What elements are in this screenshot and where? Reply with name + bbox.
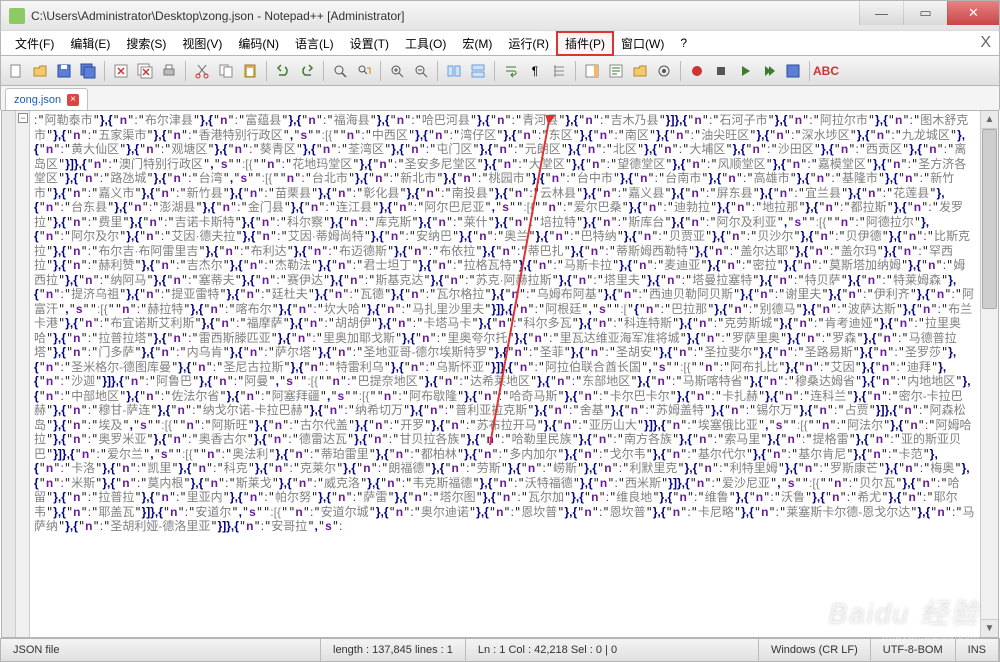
toolbar-separator: [680, 61, 681, 81]
toolbar-separator: [380, 61, 381, 81]
monitoring-button[interactable]: [653, 60, 675, 82]
status-length: length : 137,845 lines : 1: [321, 639, 466, 661]
editor-content[interactable]: :"阿勒泰市"},{"n":"布尔津县"},{"n":"富蕴县"},{"n":"…: [30, 111, 980, 637]
menu-文件[interactable]: 文件(F): [7, 32, 62, 55]
menu-语言[interactable]: 语言(L): [287, 32, 342, 55]
menu-设置[interactable]: 设置(T): [342, 32, 397, 55]
find-button[interactable]: [329, 60, 351, 82]
status-bar: JSON file length : 137,845 lines : 1 Ln …: [0, 638, 1000, 662]
status-insert-mode[interactable]: INS: [956, 639, 999, 661]
fold-toggle[interactable]: −: [18, 113, 28, 123]
record-macro-button[interactable]: [686, 60, 708, 82]
zoom-out-button[interactable]: [410, 60, 432, 82]
toolbar-separator: [266, 61, 267, 81]
menu-bar: 文件(F)编辑(E)搜索(S)视图(V)编码(N)语言(L)设置(T)工具(O)…: [0, 30, 1000, 56]
menu-close-icon[interactable]: X: [980, 34, 991, 52]
save-macro-button[interactable]: [782, 60, 804, 82]
status-eol[interactable]: Windows (CR LF): [759, 639, 871, 661]
menu-运行[interactable]: 运行(R): [500, 32, 557, 55]
paste-button[interactable]: [239, 60, 261, 82]
spellcheck-button[interactable]: ABC: [815, 60, 837, 82]
tab-bar: zong.json ×: [0, 86, 1000, 110]
close-file-button[interactable]: [110, 60, 132, 82]
redo-button[interactable]: [296, 60, 318, 82]
close-all-button[interactable]: [134, 60, 156, 82]
indent-guide-button[interactable]: [548, 60, 570, 82]
line-number-gutter: [2, 111, 16, 637]
menu-编码[interactable]: 编码(N): [230, 32, 287, 55]
scroll-down-button[interactable]: ▼: [981, 619, 998, 637]
save-all-button[interactable]: [77, 60, 99, 82]
tab-label: zong.json: [14, 94, 61, 106]
tab-close-icon[interactable]: ×: [67, 94, 79, 106]
play-multi-macro-button[interactable]: [758, 60, 780, 82]
tab-zong-json[interactable]: zong.json ×: [5, 88, 88, 110]
menu-搜索[interactable]: 搜索(S): [118, 32, 174, 55]
menu-工具[interactable]: 工具(O): [397, 32, 454, 55]
editor: − :"阿勒泰市"},{"n":"布尔津县"},{"n":"富蕴县"},{"n"…: [1, 110, 999, 638]
status-position: Ln : 1 Col : 42,218 Sel : 0 | 0: [466, 639, 759, 661]
function-list-button[interactable]: [605, 60, 627, 82]
window-titlebar: C:\Users\Administrator\Desktop\zong.json…: [0, 0, 1000, 30]
zoom-in-button[interactable]: [386, 60, 408, 82]
print-button[interactable]: [158, 60, 180, 82]
close-button[interactable]: ✕: [947, 1, 999, 25]
toolbar-separator: [494, 61, 495, 81]
status-filetype: JSON file: [1, 639, 321, 661]
minimize-button[interactable]: —: [859, 1, 903, 25]
menu-编辑[interactable]: 编辑(E): [62, 32, 118, 55]
scroll-up-button[interactable]: ▲: [981, 111, 998, 129]
copy-button[interactable]: [215, 60, 237, 82]
sync-vscroll-button[interactable]: [443, 60, 465, 82]
folder-workspace-button[interactable]: [629, 60, 651, 82]
watermark-url: jingyan.baidu.com: [882, 631, 980, 642]
menu-?[interactable]: ?: [672, 33, 695, 53]
save-button[interactable]: [53, 60, 75, 82]
toolbar-separator: [185, 61, 186, 81]
app-icon: [9, 8, 25, 24]
vertical-scrollbar[interactable]: ▲ ▼: [980, 111, 998, 637]
sync-hscroll-button[interactable]: [467, 60, 489, 82]
new-file-button[interactable]: [5, 60, 27, 82]
menu-插件[interactable]: 插件(P): [557, 32, 613, 55]
cut-button[interactable]: [191, 60, 213, 82]
status-encoding[interactable]: UTF-8-BOM: [871, 639, 956, 661]
toolbar-separator: [437, 61, 438, 81]
word-wrap-button[interactable]: [500, 60, 522, 82]
undo-button[interactable]: [272, 60, 294, 82]
scroll-thumb[interactable]: [982, 129, 997, 309]
menu-宏[interactable]: 宏(M): [454, 32, 500, 55]
toolbar-separator: [104, 61, 105, 81]
toolbar-separator: [575, 61, 576, 81]
play-macro-button[interactable]: [734, 60, 756, 82]
menu-窗口[interactable]: 窗口(W): [613, 32, 672, 55]
maximize-button[interactable]: ▭: [903, 1, 947, 25]
open-file-button[interactable]: [29, 60, 51, 82]
toolbar-separator: [323, 61, 324, 81]
show-all-chars-button[interactable]: ¶: [524, 60, 546, 82]
window-controls: — ▭ ✕: [859, 1, 999, 25]
stop-macro-button[interactable]: [710, 60, 732, 82]
fold-gutter: −: [16, 111, 30, 637]
toolbar-separator: [809, 61, 810, 81]
menu-视图[interactable]: 视图(V): [174, 32, 230, 55]
replace-button[interactable]: [353, 60, 375, 82]
window-title: C:\Users\Administrator\Desktop\zong.json…: [31, 9, 991, 23]
toolbar: ¶ ABC: [0, 56, 1000, 86]
doc-map-button[interactable]: [581, 60, 603, 82]
